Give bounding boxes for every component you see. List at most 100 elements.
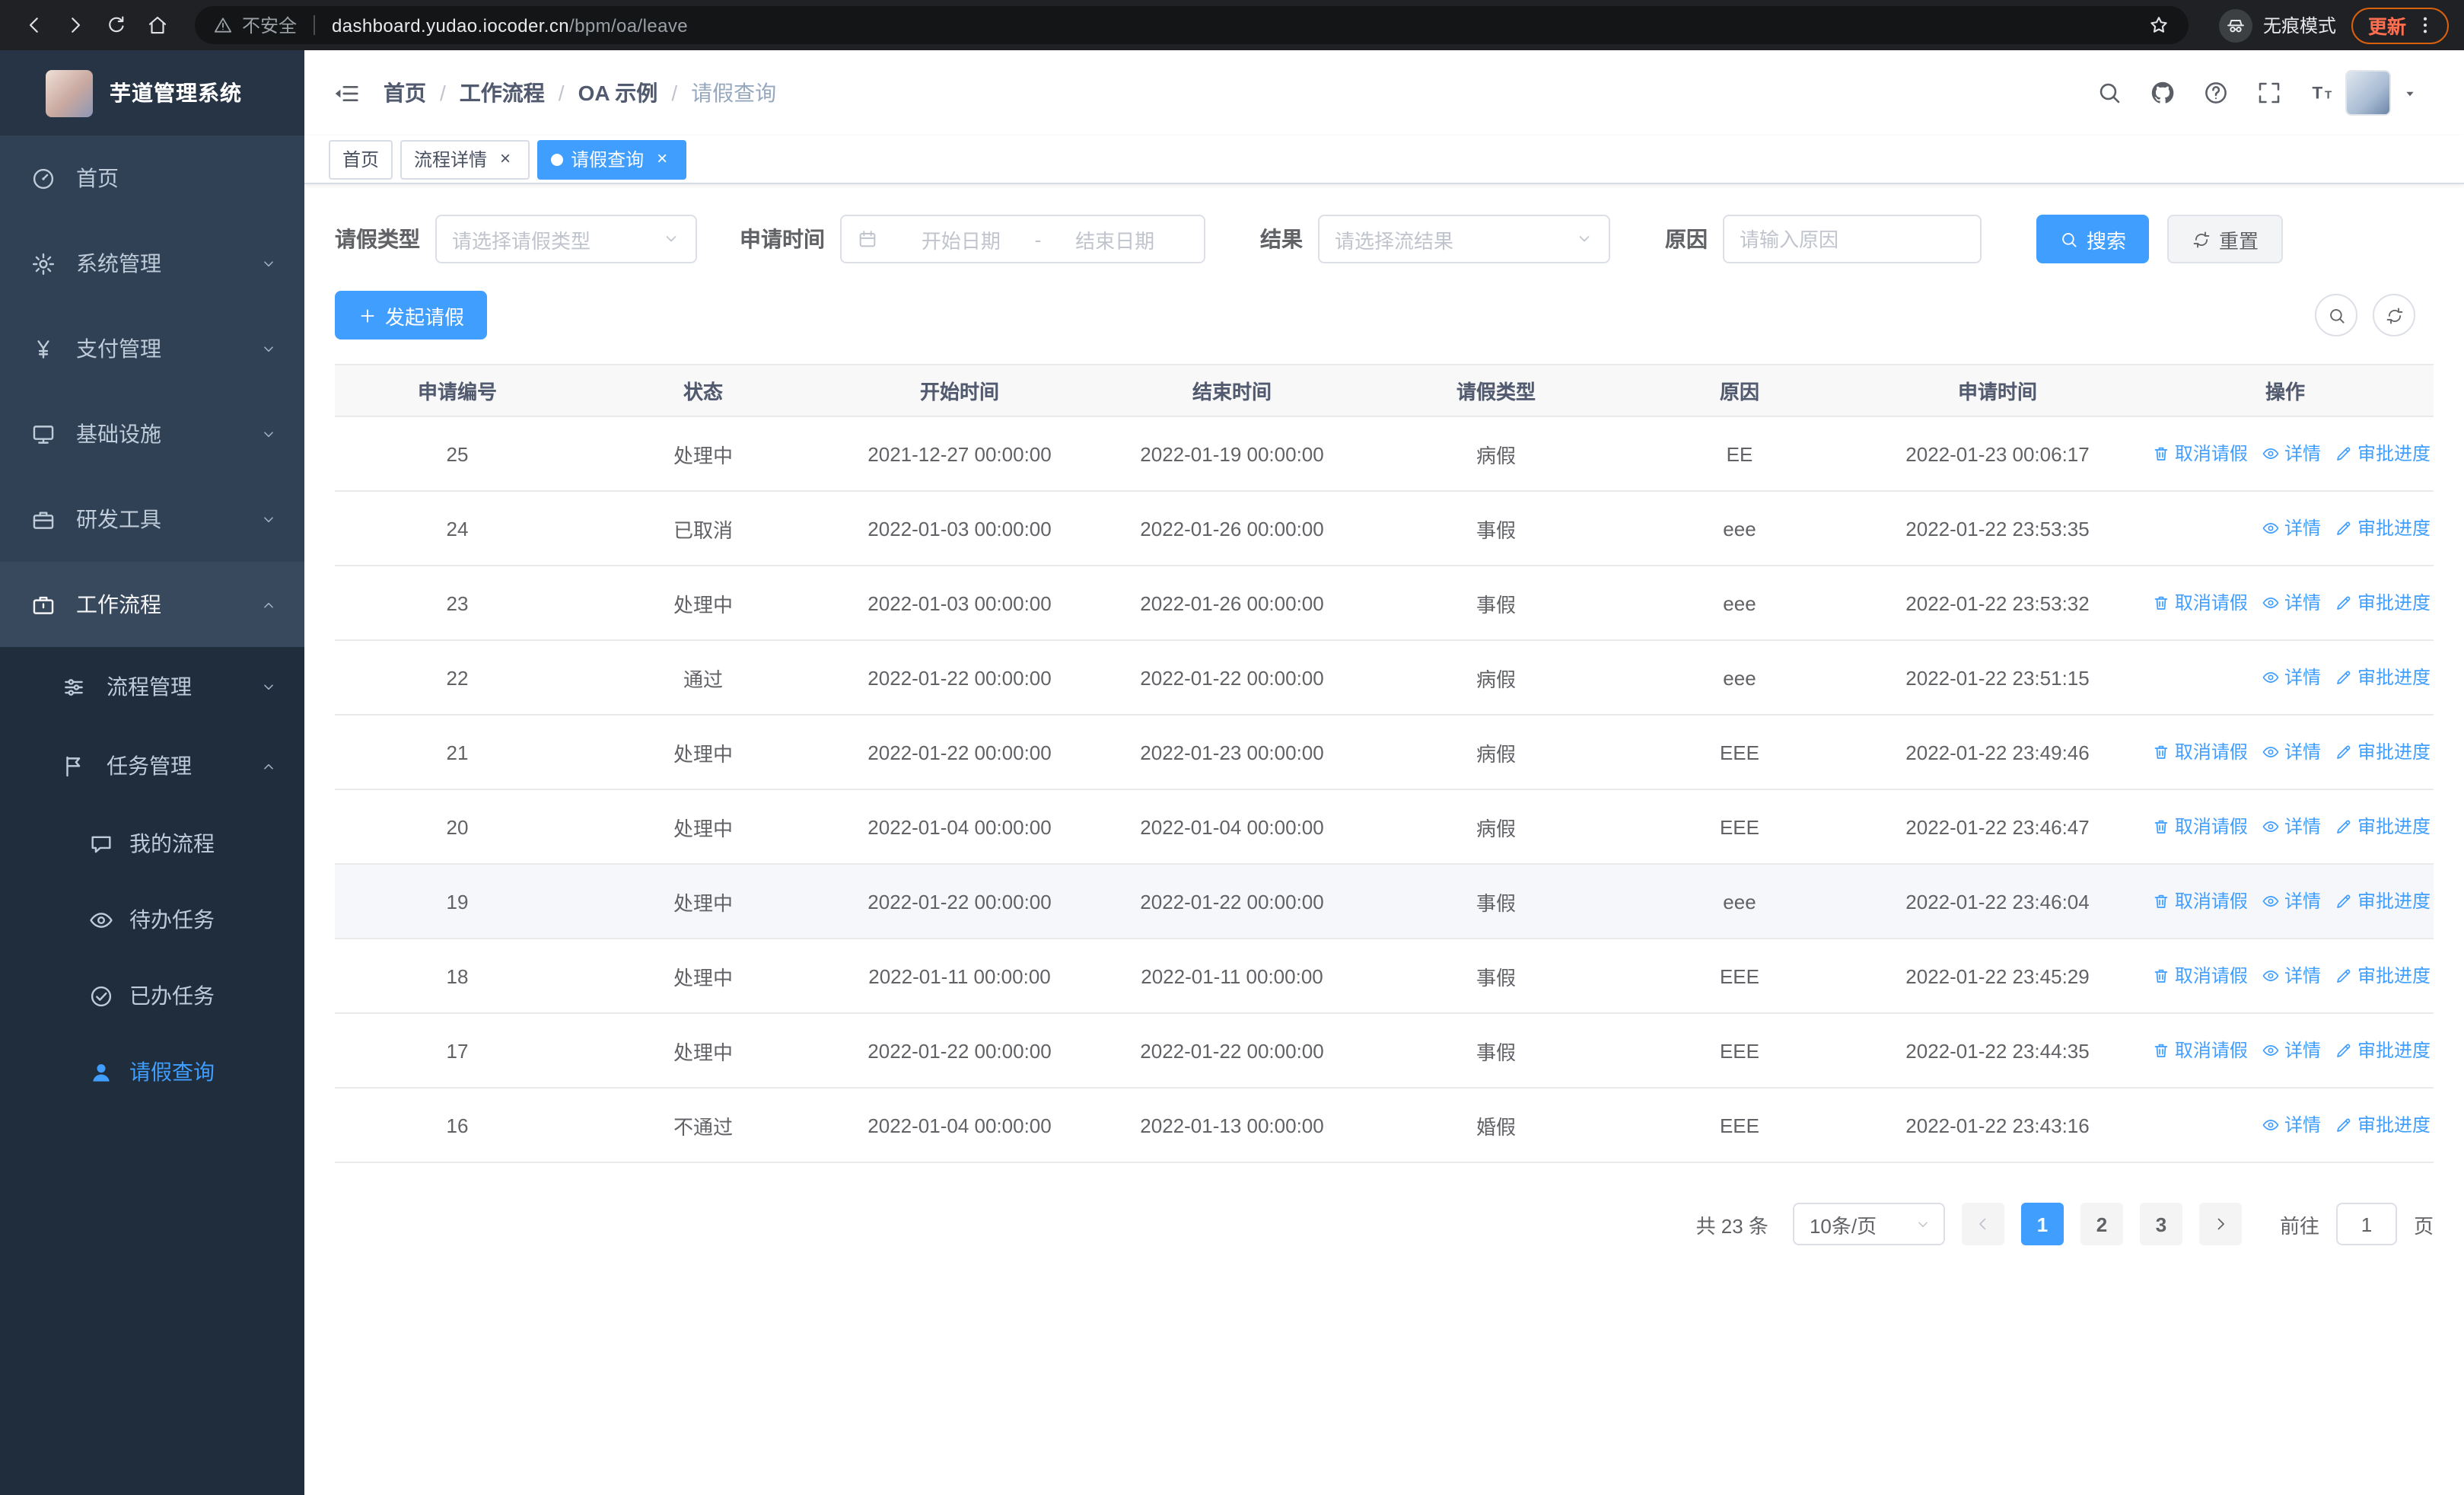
sidebar-item-system[interactable]: 系统管理 <box>0 221 304 306</box>
sidebar-item-home[interactable]: 首页 <box>0 135 304 221</box>
logo-avatar <box>46 69 93 116</box>
sidebar-item-todo-task[interactable]: 待办任务 <box>0 881 304 958</box>
search-button[interactable]: 搜索 <box>2036 215 2150 263</box>
action-detail-link[interactable]: 详情 <box>2262 1038 2321 1063</box>
page-size-select[interactable]: 10条/页 <box>1792 1203 1945 1245</box>
action-cancel-link[interactable]: 取消请假 <box>2152 1038 2248 1063</box>
action-detail-link[interactable]: 详情 <box>2262 888 2321 914</box>
refresh-table-button[interactable] <box>2373 294 2415 336</box>
close-icon[interactable]: × <box>651 148 673 170</box>
page-button-1[interactable]: 1 <box>2020 1203 2064 1245</box>
delete-icon <box>2152 818 2170 836</box>
browser-menu-button[interactable]: 更新 <box>2351 7 2449 43</box>
action-cancel-link[interactable]: 取消请假 <box>2152 590 2248 616</box>
page-button-2[interactable]: 2 <box>2080 1203 2123 1245</box>
action-detail-link[interactable]: 详情 <box>2262 963 2321 989</box>
bookmark-star-icon[interactable] <box>2147 14 2170 37</box>
sidebar-item-my-process[interactable]: 我的流程 <box>0 805 304 881</box>
action-progress-link[interactable]: 审批进度 <box>2335 1038 2431 1063</box>
action-detail-link[interactable]: 详情 <box>2262 515 2321 541</box>
breadcrumb-item[interactable]: OA 示例 <box>578 78 658 108</box>
active-tab-dot <box>551 153 564 165</box>
url-text[interactable]: dashboard.yudao.iocoder.cn/bpm/oa/leave <box>332 14 688 36</box>
result-select[interactable]: 请选择流结果 <box>1318 215 1610 263</box>
action-progress-link[interactable]: 审批进度 <box>2335 1112 2431 1138</box>
reload-icon[interactable] <box>97 6 135 44</box>
cell-id: 17 <box>335 1013 580 1089</box>
sidebar-item-infrastructure[interactable]: 基础设施 <box>0 391 304 477</box>
close-icon[interactable]: × <box>495 148 516 170</box>
action-detail-link[interactable]: 详情 <box>2262 814 2321 840</box>
action-cancel-link[interactable]: 取消请假 <box>2152 441 2248 467</box>
goto-page-input[interactable] <box>2335 1203 2397 1245</box>
cell-leave-type: 病假 <box>1371 640 1621 716</box>
github-icon[interactable] <box>2149 79 2176 107</box>
action-cancel-link[interactable]: 取消请假 <box>2152 963 2248 989</box>
font-size-icon[interactable]: TT <box>2309 79 2336 107</box>
page-size-value: 10条/页 <box>1809 1214 1877 1237</box>
incognito-icon <box>2218 8 2252 42</box>
prev-page-button[interactable] <box>1961 1203 2004 1245</box>
address-bar[interactable]: 不安全 dashboard.yudao.iocoder.cn/bpm/oa/le… <box>195 6 2189 44</box>
back-icon[interactable] <box>15 6 53 44</box>
fullscreen-icon[interactable] <box>2255 79 2283 107</box>
create-leave-button[interactable]: 发起请假 <box>335 291 488 339</box>
plus-icon <box>358 305 377 325</box>
forward-icon[interactable] <box>56 6 94 44</box>
sidebar-item-payment[interactable]: 支付管理 <box>0 306 304 391</box>
action-progress-link[interactable]: 审批进度 <box>2335 814 2431 840</box>
tab-leave-query[interactable]: 请假查询 × <box>537 139 687 179</box>
action-progress-link[interactable]: 审批进度 <box>2335 590 2431 616</box>
user-menu[interactable] <box>2345 70 2418 116</box>
more-menu-icon[interactable] <box>2414 14 2437 37</box>
cell-id: 25 <box>335 416 580 492</box>
action-progress-link[interactable]: 审批进度 <box>2335 888 2431 914</box>
reset-button[interactable]: 重置 <box>2167 215 2284 263</box>
toggle-search-button[interactable] <box>2315 294 2357 336</box>
action-detail-link[interactable]: 详情 <box>2262 665 2321 690</box>
table-row: 19 处理中 2022-01-22 00:00:00 2022-01-22 00:00… <box>335 864 2434 939</box>
security-label[interactable]: 不安全 <box>242 12 297 38</box>
leave-type-select[interactable]: 请选择请假类型 <box>435 215 697 263</box>
page-button-3[interactable]: 3 <box>2139 1203 2182 1245</box>
action-progress-link[interactable]: 审批进度 <box>2335 739 2431 765</box>
action-progress-link[interactable]: 审批进度 <box>2335 441 2431 467</box>
apply-time-range-picker[interactable]: 开始日期 - 结束日期 <box>840 215 1205 263</box>
action-progress-link[interactable]: 审批进度 <box>2335 963 2431 989</box>
action-progress-link[interactable]: 审批进度 <box>2335 515 2431 541</box>
reason-input[interactable] <box>1723 215 1982 263</box>
table-row: 20 处理中 2022-01-04 00:00:00 2022-01-04 00:00… <box>335 789 2434 865</box>
next-page-button[interactable] <box>2198 1203 2242 1245</box>
action-progress-link[interactable]: 审批进度 <box>2335 665 2431 690</box>
action-detail-link[interactable]: 详情 <box>2262 1112 2321 1138</box>
sidebar-item-leave-query[interactable]: 请假查询 <box>0 1034 304 1110</box>
tab-process-detail[interactable]: 流程详情 × <box>400 139 530 179</box>
tab-home[interactable]: 首页 <box>329 139 393 179</box>
breadcrumb-item[interactable]: 首页 <box>384 78 426 108</box>
action-cancel-link[interactable]: 取消请假 <box>2152 739 2248 765</box>
update-label[interactable]: 更新 <box>2368 11 2406 40</box>
action-detail-link[interactable]: 详情 <box>2262 739 2321 765</box>
breadcrumb-item[interactable]: 工作流程 <box>460 78 545 108</box>
collapse-sidebar-icon[interactable] <box>332 78 361 107</box>
cell-apply-time: 2022-01-22 23:44:35 <box>1858 1013 2137 1089</box>
sidebar-item-workflow[interactable]: 工作流程 <box>0 562 304 647</box>
action-detail-link[interactable]: 详情 <box>2262 590 2321 616</box>
sidebar-item-done-task[interactable]: 已办任务 <box>0 958 304 1034</box>
cell-status: 不通过 <box>580 1088 826 1163</box>
search-icon[interactable] <box>2096 79 2123 107</box>
sidebar-item-dev-tools[interactable]: 研发工具 <box>0 477 304 562</box>
cell-start-time: 2022-01-04 00:00:00 <box>826 1088 1093 1163</box>
action-cancel-link[interactable]: 取消请假 <box>2152 888 2248 914</box>
breadcrumb-item[interactable]: 请假查询 <box>691 78 776 108</box>
chevron-down-icon <box>1575 230 1593 248</box>
home-icon[interactable] <box>138 6 177 44</box>
apply-time-label: 申请时间 <box>740 227 825 251</box>
sidebar-item-process-mgmt[interactable]: 流程管理 <box>0 647 304 726</box>
sidebar-item-task-mgmt[interactable]: 任务管理 <box>0 726 304 805</box>
svg-text:T: T <box>2325 89 2332 102</box>
action-cancel-link[interactable]: 取消请假 <box>2152 814 2248 840</box>
question-icon[interactable] <box>2202 79 2230 107</box>
action-detail-link[interactable]: 详情 <box>2262 441 2321 467</box>
divider <box>314 15 316 35</box>
